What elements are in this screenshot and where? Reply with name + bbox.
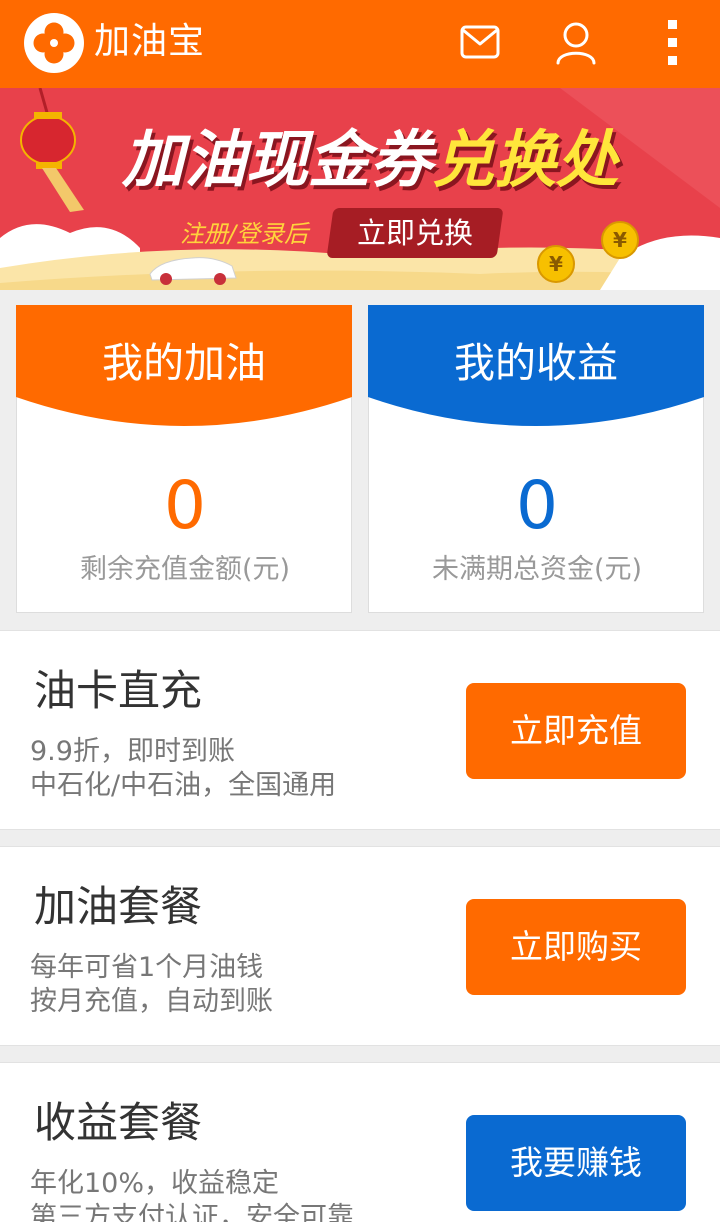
product-desc-line1: 每年可省1个月油钱 <box>30 952 264 983</box>
product-desc-line1: 年化10%，收益稳定 <box>30 1168 280 1199</box>
buy-now-button[interactable]: 立即购买 <box>466 899 686 995</box>
redeem-now-label: 立即兑换 <box>356 216 473 250</box>
banner-title-white: 加油现金券 <box>122 123 433 196</box>
topup-now-button[interactable]: 立即充值 <box>466 683 686 779</box>
banner-headline: 加油现金券兑换处 <box>122 118 618 202</box>
my-earnings-title: 我的收益 <box>454 339 618 387</box>
more-menu-icon[interactable] <box>646 18 698 70</box>
product-item-fuel-card-topup: 油卡直充 9.9折，即时到账 中石化/中石油，全国通用 立即充值 <box>0 630 720 830</box>
banner-subtitle: 注册/登录后 <box>180 220 309 248</box>
redeem-now-button[interactable]: 立即兑换 <box>326 208 504 258</box>
my-fuel-card[interactable]: 我的加油 0 剩余充值金额(元) <box>16 305 352 613</box>
svg-text:¥: ¥ <box>613 228 627 252</box>
svg-text:¥: ¥ <box>549 252 563 276</box>
my-fuel-title: 我的加油 <box>102 339 266 387</box>
promo-banner[interactable]: ¥ ¥ 加油现金券兑换处 注册/登录后 立即兑换 <box>0 88 720 290</box>
my-earnings-card[interactable]: 我的收益 0 未满期总资金(元) <box>368 305 704 613</box>
remaining-balance-label: 剩余充值金额(元) <box>79 554 291 585</box>
my-earnings-card-header: 我的收益 <box>368 305 704 431</box>
app-bar: 加油宝 <box>0 0 720 88</box>
product-title: 油卡直充 <box>34 666 203 715</box>
product-title: 加油套餐 <box>34 882 203 931</box>
product-desc-line2: 中石化/中石油，全国通用 <box>30 770 337 801</box>
clover-logo-icon <box>24 13 84 73</box>
product-item-fuel-package: 加油套餐 每年可省1个月油钱 按月充值，自动到账 立即购买 <box>0 846 720 1046</box>
product-desc-line1: 9.9折，即时到账 <box>30 736 235 767</box>
unmatured-funds-value: 0 <box>516 467 558 544</box>
product-desc-line2: 按月充值，自动到账 <box>30 986 273 1017</box>
product-title: 收益套餐 <box>34 1098 203 1147</box>
my-fuel-card-header: 我的加油 <box>16 305 352 431</box>
unmatured-funds-label: 未满期总资金(元) <box>431 554 643 585</box>
banner-title-yellow: 兑换处 <box>432 123 619 196</box>
summary-cards: 我的加油 0 剩余充值金额(元) 我的收益 0 未满期总资金(元) <box>0 290 720 630</box>
mail-icon[interactable] <box>454 18 506 70</box>
product-item-earnings-package: 收益套餐 年化10%，收益稳定 第三方支付认证，安全可靠 我要赚钱 <box>0 1062 720 1222</box>
remaining-balance-value: 0 <box>164 467 206 544</box>
earn-money-button[interactable]: 我要赚钱 <box>466 1115 686 1211</box>
app-title: 加油宝 <box>94 21 206 62</box>
user-profile-icon[interactable] <box>550 18 602 70</box>
product-desc-line2: 第三方支付认证，安全可靠 <box>30 1202 354 1222</box>
